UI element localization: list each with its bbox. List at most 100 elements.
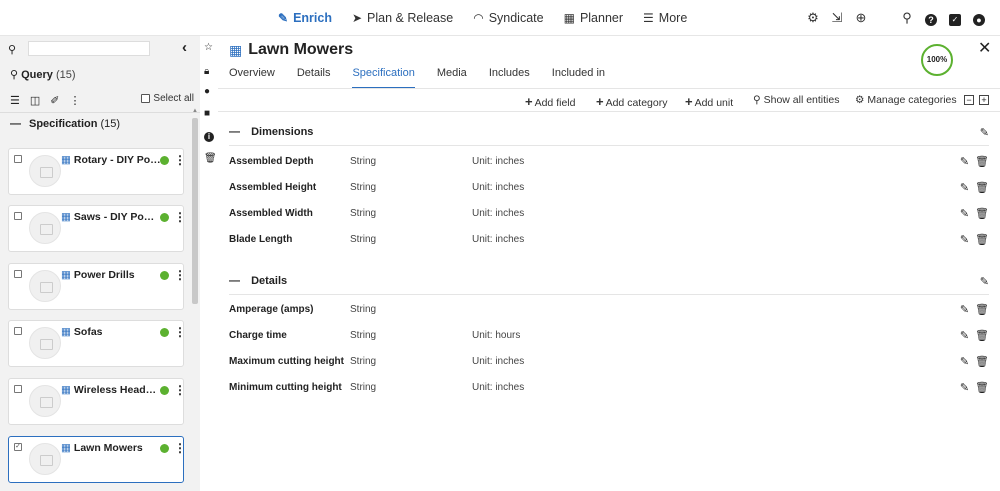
pencil-icon[interactable]: ✎ (980, 275, 989, 288)
item-checkbox[interactable] (14, 327, 22, 335)
pencil-icon[interactable]: ✎ (960, 234, 969, 246)
nav-planner[interactable]: ▦ Planner (564, 11, 623, 25)
trash-icon[interactable]: 🗑︎ (975, 330, 989, 342)
kebab-menu-icon[interactable]: ⋮ (174, 441, 186, 455)
section-header[interactable]: — Specification (15) (0, 112, 200, 134)
grid-icon: ▦ (229, 41, 243, 58)
trash-icon[interactable]: 🗑︎ (975, 234, 989, 246)
zoom-icon[interactable]: ⊕ (850, 10, 872, 26)
list-item[interactable]: ▦ Power Drills ⋮ (8, 263, 186, 310)
manage-categories-button[interactable]: ⚙ Manage categories (855, 94, 957, 106)
item-title-text: Rotary - DIY Power Tools (73, 154, 161, 166)
item-checkbox[interactable]: ✓ (14, 443, 22, 451)
list-item[interactable]: ▦Saws - DIY Power Tools ⋮ (8, 205, 186, 252)
table-row[interactable]: Minimum cutting height String Unit: inch… (229, 378, 989, 398)
trash-icon[interactable]: 🗑︎ (204, 153, 217, 164)
trash-icon[interactable]: 🗑︎ (975, 304, 989, 316)
kebab-menu-icon[interactable]: ⋮ (174, 325, 186, 339)
kebab-menu-icon[interactable]: ⋮ (174, 268, 186, 282)
search-input[interactable] (28, 41, 150, 56)
pencil-icon[interactable]: ✎ (960, 356, 969, 368)
pencil-icon[interactable]: ✎ (960, 182, 969, 194)
row-actions: ✎ 🗑︎ (954, 355, 989, 368)
pencil-icon[interactable]: ✎ (980, 126, 989, 139)
note-icon[interactable]: ■ (204, 108, 210, 119)
tab-includes[interactable]: Includes (489, 67, 530, 89)
user-icon[interactable]: ● (968, 11, 990, 26)
trash-icon[interactable]: 🗑︎ (975, 156, 989, 168)
pencil-icon[interactable]: ✎ (960, 208, 969, 220)
table-row[interactable]: Blade Length String Unit: inches ✎ 🗑︎ (229, 230, 989, 250)
table-row[interactable]: Charge time String Unit: hours ✎ 🗑︎ (229, 326, 989, 346)
tab-media[interactable]: Media (437, 67, 467, 89)
columns-view-icon[interactable]: ◫ (30, 94, 40, 107)
section-count: (15) (100, 117, 121, 130)
search-icon[interactable]: ⚲ (896, 10, 918, 26)
collapse-icon[interactable]: — (229, 275, 240, 287)
tab-overview[interactable]: Overview (229, 67, 275, 89)
add-unit-button[interactable]: + Add unit (685, 94, 733, 109)
group-header-dimensions[interactable]: — Dimensions ✎ (229, 126, 989, 146)
table-row[interactable]: Assembled Height String Unit: inches ✎ 🗑︎ (229, 178, 989, 198)
item-checkbox[interactable] (14, 270, 22, 278)
list-item[interactable]: ▦Wireless Headphones ⋮ (8, 378, 186, 425)
collapse-left-icon[interactable]: ‹ (182, 39, 187, 56)
nav-more[interactable]: ☰ More (643, 11, 687, 25)
nav-enrich[interactable]: ✎ Enrich (278, 11, 332, 25)
tab-details[interactable]: Details (297, 67, 331, 89)
pencil-icon[interactable]: ✎ (960, 156, 969, 168)
collapse-all-icon[interactable]: − (964, 95, 974, 105)
star-icon[interactable]: ☆ (204, 42, 213, 53)
tab-included-in[interactable]: Included in (552, 67, 605, 89)
kebab-menu-icon[interactable]: ⋮ (174, 210, 186, 224)
task-icon[interactable]: ✓ (944, 10, 966, 26)
close-icon[interactable]: ✕ (978, 38, 991, 58)
group-header-details[interactable]: — Details ✎ (229, 275, 989, 295)
left-scrollbar[interactable]: ▲ (191, 108, 199, 491)
trash-icon[interactable]: 🗑︎ (975, 182, 989, 194)
eraser-icon[interactable]: ✐ (50, 94, 59, 107)
list-item[interactable]: ▦Rotary - DIY Power Tools ⋮ (8, 148, 186, 195)
pencil-icon[interactable]: ✎ (960, 304, 969, 316)
show-all-entities-button[interactable]: ⚲ Show all entities (753, 94, 839, 106)
export-icon[interactable]: ⇲ (826, 10, 848, 26)
trash-icon[interactable]: 🗑︎ (975, 356, 989, 368)
pencil-icon[interactable]: ✎ (960, 382, 969, 394)
item-checkbox[interactable] (14, 212, 22, 220)
select-all-checkbox[interactable] (141, 94, 151, 103)
table-row[interactable]: Assembled Width String Unit: inches ✎ 🗑︎ (229, 204, 989, 224)
collapse-icon[interactable]: — (229, 126, 240, 138)
lock-icon[interactable]: 🔒︎ (204, 66, 209, 77)
tab-specification[interactable]: Specification (352, 67, 415, 89)
query-label[interactable]: ⚲ Query (15) (10, 68, 76, 81)
table-row[interactable]: Amperage (amps) String ✎ 🗑︎ (229, 300, 989, 320)
list-item[interactable]: ▦ Sofas ⋮ (8, 320, 186, 367)
settings-icon[interactable]: ⚙ (802, 10, 824, 26)
expand-all-icon[interactable]: + (979, 95, 989, 105)
nav-syndicate[interactable]: ◠ Syndicate (473, 11, 543, 25)
image-placeholder-icon (29, 443, 61, 475)
help-icon[interactable]: ? (920, 11, 942, 26)
add-category-button[interactable]: + Add category (596, 94, 667, 109)
field-name: Assembled Depth (229, 156, 314, 167)
kebab-menu-icon[interactable]: ⋮ (70, 94, 81, 107)
select-all[interactable]: Select all (141, 93, 194, 104)
comment-icon[interactable]: ● (204, 86, 210, 97)
table-row[interactable]: Maximum cutting height String Unit: inch… (229, 352, 989, 372)
kebab-menu-icon[interactable]: ⋮ (174, 383, 186, 397)
kebab-menu-icon[interactable]: ⋮ (174, 153, 186, 167)
pencil-icon[interactable]: ✎ (960, 330, 969, 342)
item-checkbox[interactable] (14, 385, 22, 393)
list-item-selected[interactable]: ✓ ▦ Lawn Mowers ⋮ (8, 436, 186, 483)
collapse-icon[interactable]: — (10, 118, 21, 130)
trash-icon[interactable]: 🗑︎ (975, 208, 989, 220)
scroll-up-icon[interactable]: ▲ (192, 108, 198, 114)
scrollbar-thumb[interactable] (192, 118, 198, 304)
nav-plan-release[interactable]: ➤ Plan & Release (352, 11, 453, 25)
table-row[interactable]: Assembled Depth String Unit: inches ✎ 🗑︎ (229, 152, 989, 172)
item-checkbox[interactable] (14, 155, 22, 163)
add-field-button[interactable]: + Add field (525, 94, 575, 109)
list-view-icon[interactable]: ☰ (10, 94, 20, 107)
trash-icon[interactable]: 🗑︎ (975, 382, 989, 394)
info-icon[interactable]: i (204, 131, 214, 142)
